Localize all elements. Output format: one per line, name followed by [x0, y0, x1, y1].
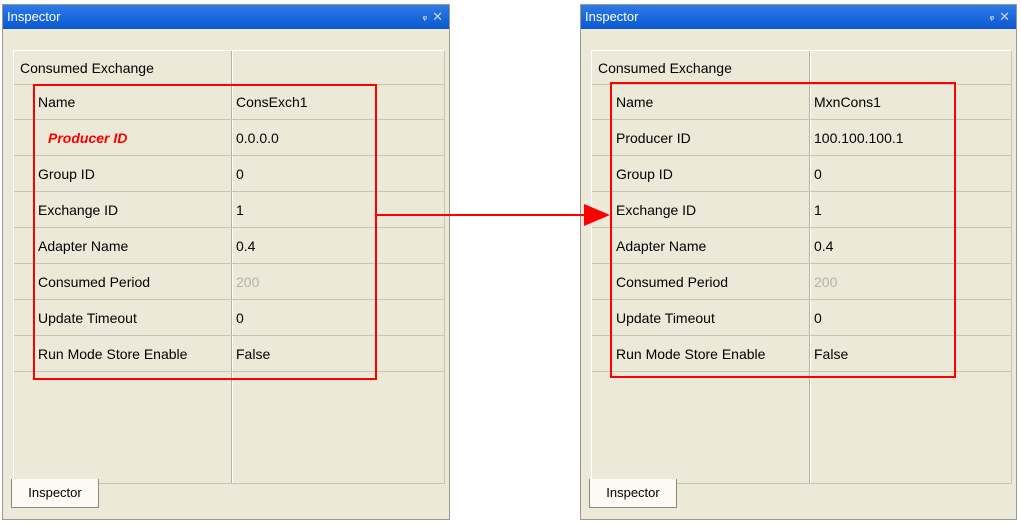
- inspector-title-bar: Inspector ᵩ ✕: [581, 5, 1016, 29]
- close-icon[interactable]: ✕: [999, 5, 1010, 29]
- arrow-icon: [376, 204, 610, 226]
- category-label: Consumed Exchange: [598, 59, 732, 76]
- highlight-box-right: [610, 82, 956, 378]
- tab-inspector[interactable]: Inspector: [11, 479, 99, 508]
- pin-icon[interactable]: ᵩ: [423, 5, 427, 29]
- tab-strip: Inspector: [3, 479, 449, 519]
- panel-title: Inspector: [585, 9, 639, 24]
- category-label: Consumed Exchange: [20, 59, 154, 76]
- category-row[interactable]: Consumed Exchange: [592, 51, 1011, 85]
- category-row[interactable]: Consumed Exchange: [14, 51, 444, 85]
- pin-icon[interactable]: ᵩ: [990, 5, 994, 29]
- panel-title: Inspector: [7, 9, 61, 24]
- close-icon[interactable]: ✕: [432, 5, 443, 29]
- inspector-title-bar: Inspector ᵩ ✕: [3, 5, 449, 29]
- tab-inspector[interactable]: Inspector: [589, 479, 677, 508]
- tab-strip: Inspector: [581, 479, 1016, 519]
- highlight-box-left: [33, 84, 377, 380]
